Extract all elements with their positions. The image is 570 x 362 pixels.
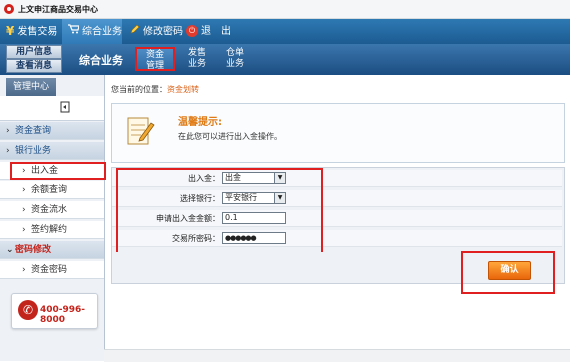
chevron-right-icon: › xyxy=(22,265,26,275)
sidebar-item-fund-query[interactable]: › 资金查询 xyxy=(0,122,104,140)
chevron-right-icon: › xyxy=(6,126,10,136)
notepad-pencil-icon xyxy=(125,112,155,146)
tab-sale-business[interactable]: 发售 业务 xyxy=(177,47,217,71)
sidebar-toolbar xyxy=(0,96,104,121)
sidebar-item-fund-password[interactable]: › 资金密码 xyxy=(0,261,104,279)
nav-item-comprehensive[interactable]: 综合业务 xyxy=(68,19,122,44)
view-messages-button[interactable]: 查看消息 xyxy=(6,59,62,73)
tip-title: 温馨提示: xyxy=(178,117,222,128)
sidebar-item-balance-query[interactable]: › 余额查询 xyxy=(0,181,104,199)
hotline-banner: ✆ 400-996-8000 xyxy=(11,293,98,329)
tab-warehouse-business[interactable]: 仓单 业务 xyxy=(215,47,255,71)
power-icon: ⏻ xyxy=(186,25,198,37)
tab-fund-management[interactable]: 资金 管理 xyxy=(135,47,175,71)
cart-icon xyxy=(68,19,80,44)
sidebar-item-password-change[interactable]: ⌄密码修改 xyxy=(0,241,104,259)
app-logo-icon xyxy=(4,4,14,14)
tip-text: 在此您可以进行出入金操作。 xyxy=(178,132,282,141)
sidebar-item-fund-flow[interactable]: › 资金流水 xyxy=(0,201,104,219)
yen-icon: ¥ xyxy=(6,24,15,38)
chevron-right-icon: › xyxy=(22,225,26,235)
nav-item-sale-trade[interactable]: ¥ 发售交易 xyxy=(6,19,57,44)
phone-icon: ✆ xyxy=(18,300,38,320)
app-title: 上文申江商品交易中心 xyxy=(18,5,98,14)
sidebar-header: 管理中心 xyxy=(6,78,56,96)
nav-item-change-password[interactable]: 修改密码 xyxy=(130,19,183,44)
breadcrumb-current[interactable]: 资金划转 xyxy=(167,85,199,94)
highlight-box-deposit xyxy=(10,162,106,180)
title-bar: 上文申江商品交易中心 xyxy=(0,0,570,19)
highlight-box-form xyxy=(116,168,323,256)
chevron-right-icon: › xyxy=(22,185,26,195)
hotline-number: 400-996-8000 xyxy=(40,305,86,325)
chevron-right-icon: › xyxy=(22,205,26,215)
pencil-icon xyxy=(130,19,140,44)
collapse-icon[interactable] xyxy=(60,101,70,115)
nav-item-logout[interactable]: ⏻ 退 出 xyxy=(186,19,231,44)
chevron-right-icon: › xyxy=(6,146,10,156)
sidebar-item-bank-business[interactable]: › 银行业务 xyxy=(0,142,104,160)
top-nav: ¥ 发售交易 综合业务 修改密码 ⏻ 退 出 xyxy=(0,19,570,44)
chevron-down-icon: ⌄ xyxy=(6,245,14,255)
sidebar-item-sign-contract[interactable]: › 签约解约 xyxy=(0,221,104,239)
tip-panel: 温馨提示: 在此您可以进行出入金操作。 xyxy=(111,103,565,163)
horizontal-scrollbar[interactable] xyxy=(104,349,570,362)
user-info-button[interactable]: 用户信息 xyxy=(6,45,62,59)
section-title: 综合业务 xyxy=(79,54,123,67)
breadcrumb: 您当前的位置：资金划转 xyxy=(111,85,199,94)
highlight-box-confirm xyxy=(461,251,555,294)
